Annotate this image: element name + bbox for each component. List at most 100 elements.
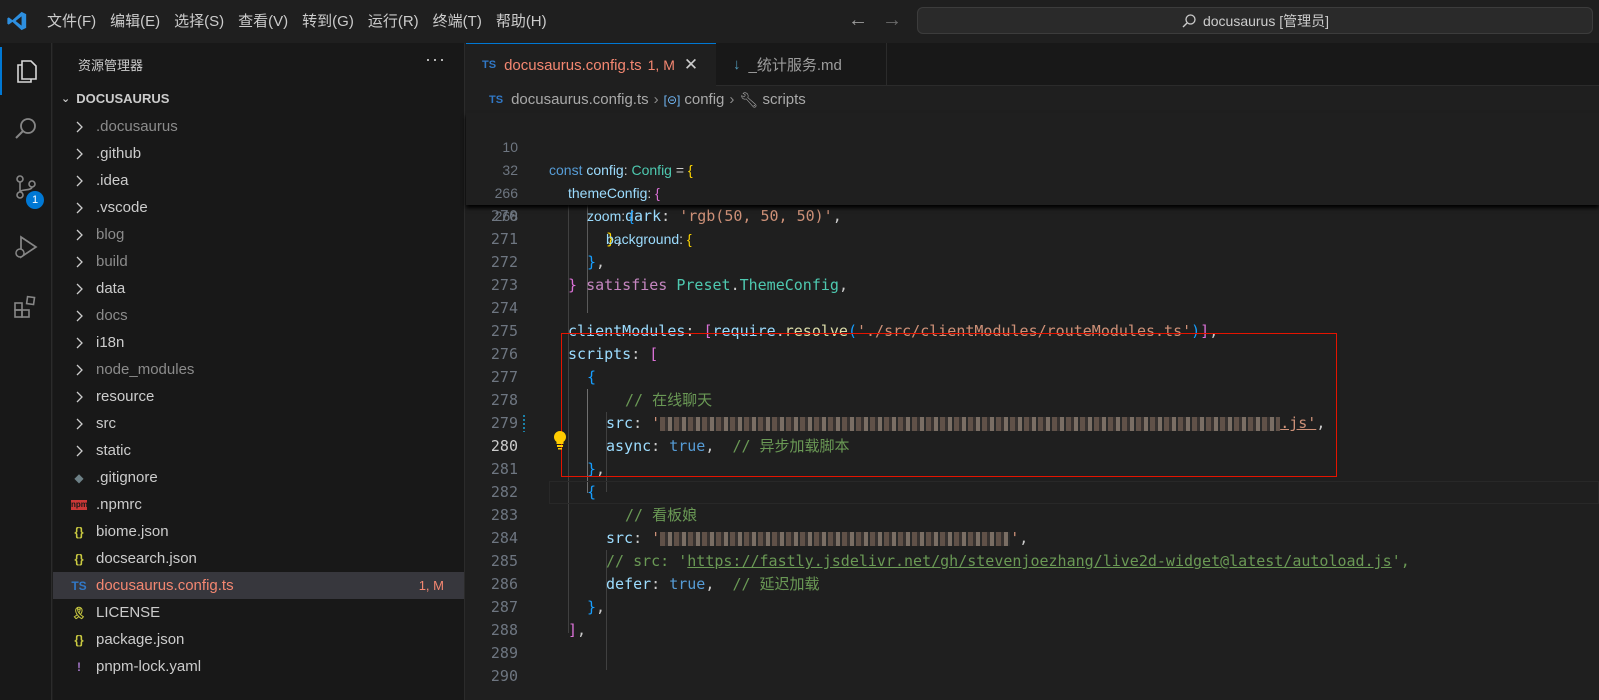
tree-item-label: i18n	[96, 334, 125, 351]
tree-item-label: .github	[96, 145, 142, 162]
tree-folder[interactable]: docs	[53, 302, 464, 329]
menu-file[interactable]: 文件(F)	[40, 0, 103, 43]
menu-view[interactable]: 查看(V)	[231, 0, 295, 43]
tree-item-label: .idea	[96, 172, 129, 189]
tree-folder[interactable]: src	[53, 410, 464, 437]
breadcrumb-file[interactable]: docusaurus.config.ts	[511, 91, 649, 108]
more-actions-icon[interactable]: ···	[425, 49, 446, 70]
extensions-icon	[14, 295, 36, 318]
file-type-icon: 🎗	[71, 605, 87, 620]
tree-file[interactable]: {} biome.json	[53, 518, 464, 545]
code-text: // 看板娘	[625, 506, 698, 524]
code-text: },	[587, 253, 606, 271]
tree-file[interactable]: ◆ .gitignore	[53, 464, 464, 491]
menu-selection[interactable]: 选择(S)	[167, 0, 231, 43]
line-number: 283	[490, 506, 518, 524]
code-text: zoom: {	[587, 208, 634, 224]
code-line: 273} satisfies Preset.ThemeConfig,	[466, 274, 1599, 297]
tree-item-label: build	[96, 253, 128, 270]
chevron-right-icon	[75, 445, 89, 457]
code-text: {	[587, 483, 597, 501]
line-number: 273	[490, 276, 518, 294]
tree-file[interactable]: npm .npmrc	[53, 491, 464, 518]
tree-folder[interactable]: blog	[53, 221, 464, 248]
code-line: 284 src: ' ',	[466, 527, 1599, 550]
sticky-scroll-header[interactable]: 10 const config: Config = { 32 themeConf…	[466, 113, 1599, 247]
markdown-file-icon: ↓	[733, 56, 741, 73]
code-line: 32 themeConfig: {	[466, 136, 1599, 201]
workspace-root[interactable]: ⌄ DOCUSAURUS	[61, 91, 169, 106]
tab-docusaurus-config[interactable]: TS docusaurus.config.ts 1, M ✕	[466, 43, 716, 86]
breadcrumb: TS docusaurus.config.ts › [⊝] config › 🔧…	[466, 86, 806, 113]
menu-edit[interactable]: 编辑(E)	[103, 0, 167, 43]
vscode-logo-icon[interactable]	[6, 10, 28, 32]
tree-folder[interactable]: resource	[53, 383, 464, 410]
code-text: dark: 'rgb(50, 50, 50)',	[625, 207, 842, 225]
tree-folder[interactable]: node_modules	[53, 356, 464, 383]
tree-item-label: data	[96, 280, 126, 297]
tree-file[interactable]: {} package.json	[53, 626, 464, 653]
tree-folder[interactable]: .docusaurus	[53, 113, 464, 140]
tree-folder[interactable]: .idea	[53, 167, 464, 194]
tree-folder[interactable]: i18n	[53, 329, 464, 356]
tree-folder[interactable]: .vscode	[53, 194, 464, 221]
file-type-icon: {}	[74, 632, 84, 647]
lightbulb-icon[interactable]	[552, 430, 568, 450]
run-debug-icon	[15, 235, 38, 259]
code-line: 268 background: {	[466, 182, 1599, 247]
menu-run[interactable]: 运行(R)	[361, 0, 426, 43]
wrench-icon: 🔧︎	[739, 91, 759, 109]
tree-item-label: pnpm-lock.yaml	[96, 658, 202, 675]
menu-help[interactable]: 帮助(H)	[489, 0, 554, 43]
tree-folder[interactable]: static	[53, 437, 464, 464]
line-number: 287	[490, 598, 518, 616]
back-arrow-icon[interactable]: ←	[848, 9, 868, 32]
title-bar: 文件(F) 编辑(E) 选择(S) 查看(V) 转到(G) 运行(R) 终端(T…	[0, 0, 1599, 43]
line-number: 285	[490, 552, 518, 570]
line-number: 286	[490, 575, 518, 593]
typescript-file-icon: TS	[482, 59, 497, 71]
tree-file[interactable]: TS docusaurus.config.ts 1, M	[53, 572, 464, 599]
line-number: 274	[490, 299, 518, 317]
search-icon	[15, 118, 36, 139]
tab-stats-service-md[interactable]: ↓ _统计服务.md	[717, 43, 887, 86]
forward-arrow-icon[interactable]: →	[882, 9, 902, 32]
code-text: defer: true, // 延迟加载	[606, 575, 820, 593]
chevron-right-icon	[75, 283, 89, 295]
tree-folder[interactable]: data	[53, 275, 464, 302]
command-center-search[interactable]: docusaurus [管理员]	[917, 7, 1593, 34]
line-number: 290	[490, 667, 518, 685]
chevron-right-icon: ›	[653, 91, 659, 108]
line-number: 282	[490, 483, 518, 501]
tab-bar: TS docusaurus.config.ts 1, M ✕ ↓ _统计服务.m…	[466, 43, 1599, 86]
file-type-icon: {}	[74, 551, 84, 566]
close-icon[interactable]: ✕	[684, 55, 698, 75]
tree-item-label: .gitignore	[96, 469, 158, 486]
explorer-sidebar: 资源管理器 ··· ⌄ DOCUSAURUS .docusaurus .githu…	[53, 43, 465, 700]
annotation-highlight-box	[561, 333, 1337, 477]
menu-terminal[interactable]: 终端(T)	[426, 0, 489, 43]
breadcrumb-config[interactable]: config	[684, 91, 724, 108]
breadcrumb-scripts[interactable]: scripts	[762, 91, 805, 108]
tree-folder[interactable]: build	[53, 248, 464, 275]
line-number: 280	[490, 437, 518, 455]
chevron-right-icon	[75, 256, 89, 268]
search-activity[interactable]	[0, 105, 52, 153]
tree-file[interactable]: {} docsearch.json	[53, 545, 464, 572]
explorer-activity[interactable]	[0, 47, 52, 95]
tree-item-label: src	[96, 415, 116, 432]
redacted-url	[660, 531, 1011, 546]
tree-item-label: node_modules	[96, 361, 195, 378]
tab-label: _统计服务.md	[748, 57, 842, 74]
tree-folder[interactable]: .github	[53, 140, 464, 167]
activity-bar: 1	[0, 43, 52, 700]
menu-go[interactable]: 转到(G)	[295, 0, 361, 43]
tree-file[interactable]: 🎗 LICENSE	[53, 599, 464, 626]
line-number: 288	[490, 621, 518, 639]
extensions-activity[interactable]	[0, 283, 52, 331]
variable-icon: [⊝]	[663, 92, 681, 107]
tree-file[interactable]: ! pnpm-lock.yaml	[53, 653, 464, 680]
run-debug-activity[interactable]	[0, 223, 52, 271]
code-line: 283 // 看板娘	[466, 504, 1599, 527]
typescript-file-icon: TS	[489, 93, 504, 106]
